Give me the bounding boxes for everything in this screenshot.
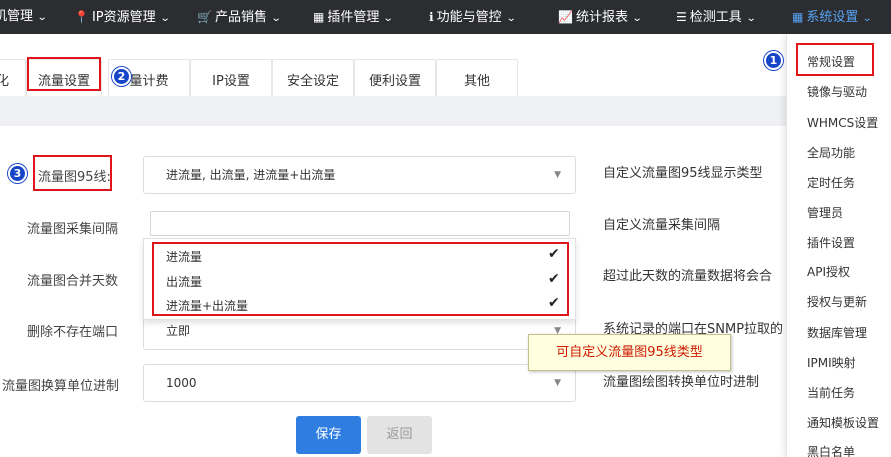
select-value: 立即 [166, 324, 191, 338]
desc-unit-base: 流量图绘图转换单位时进制 [603, 375, 760, 390]
select-unit-base[interactable]: 1000 ▼ [143, 364, 576, 402]
menu-item-database[interactable]: 数据库管理 [807, 324, 867, 341]
nav-statistics[interactable]: 📈 统计报表 ⌄ [558, 0, 643, 34]
dropdown-search-input[interactable] [150, 211, 570, 236]
menu-item-api-auth[interactable]: API授权 [807, 263, 850, 280]
annotation-box-options [152, 242, 569, 316]
nav-label: 系统设置 [806, 10, 859, 25]
menu-item-notify-templates[interactable]: 通知模板设置 [807, 414, 879, 431]
menu-item-license-update[interactable]: 授权与更新 [807, 293, 867, 310]
tooltip: 可自定义流量图95线类型 [528, 334, 731, 371]
nav-detection-tools[interactable]: ☰ 检测工具 ⌄ [676, 0, 757, 34]
grid-icon: ▦ [313, 10, 325, 24]
save-button[interactable]: 保存 [296, 416, 361, 454]
nav-label: 统计报表 [575, 10, 628, 25]
chevron-down-icon: ⌄ [270, 13, 282, 24]
grid-icon: ▦ [792, 10, 804, 24]
nav-label: 检测工具 [689, 10, 742, 25]
chevron-down-icon: ⌄ [159, 13, 171, 24]
top-navbar: 机管理 ⌄ 📍 IP资源管理 ⌄ 🛒 产品销售 ⌄ ▦ 插件管理 ⌄ ℹ 功能与管控 ⌄ 📈 统计报… [0, 0, 891, 34]
menu-item-scheduled-tasks[interactable]: 定时任务 [807, 174, 855, 191]
select-value: 进流量, 出流量, 进流量+出流量 [166, 168, 336, 182]
step-badge-2: 2 [112, 67, 131, 86]
select-95-line[interactable]: 进流量, 出流量, 进流量+出流量 ▼ [143, 156, 576, 194]
menu-item-current-tasks[interactable]: 当前任务 [807, 384, 855, 401]
nav-host-management[interactable]: 机管理 ⌄ [0, 0, 48, 34]
nav-product-sales[interactable]: 🛒 产品销售 ⌄ [197, 0, 282, 34]
label-collect-interval: 流量图采集间隔 [27, 222, 119, 237]
map-pin-icon: 📍 [74, 10, 89, 24]
chevron-down-icon: ⌄ [745, 13, 757, 24]
step-badge-3: 3 [8, 164, 27, 183]
cart-icon: 🛒 [197, 10, 212, 24]
annotation-box-traffic-tab [27, 57, 101, 91]
nav-ip-resources[interactable]: 📍 IP资源管理 ⌄ [74, 0, 171, 34]
label-merge-days: 流量图合并天数 [27, 274, 119, 289]
nav-label: 机管理 [0, 9, 34, 24]
annotation-box-general [796, 43, 874, 76]
chevron-down-icon: ⌄ [36, 12, 48, 23]
menu-item-plugin-settings[interactable]: 插件设置 [807, 234, 855, 251]
desc-merge-days: 超过此天数的流量数据将会合 [603, 269, 773, 284]
list-icon: ☰ [676, 10, 687, 24]
system-settings-menu: 常规设置 镜像与驱动 WHMCS设置 全局功能 定时任务 管理员 插件设置 AP… [786, 34, 891, 457]
info-icon: ℹ [429, 10, 434, 24]
chevron-down-icon: ⌄ [383, 13, 395, 24]
nav-label: 产品销售 [214, 10, 267, 25]
menu-item-ipmi[interactable]: IPMI映射 [807, 354, 856, 371]
menu-item-images-drivers[interactable]: 镜像与驱动 [807, 83, 867, 100]
annotation-box-95-label [33, 155, 112, 191]
desc-collect-interval: 自定义流量采集间隔 [603, 218, 721, 233]
line-chart-icon: 📈 [558, 10, 573, 24]
chevron-down-icon: ⌄ [631, 13, 643, 24]
caret-down-icon: ▼ [554, 170, 561, 180]
back-button[interactable]: 返回 [367, 416, 432, 454]
nav-features-control[interactable]: ℹ 功能与管控 ⌄ [429, 0, 517, 34]
menu-item-whmcs[interactable]: WHMCS设置 [807, 114, 878, 131]
tab-divider [0, 96, 786, 126]
menu-item-global-features[interactable]: 全局功能 [807, 144, 855, 161]
desc-95-line: 自定义流量图95线显示类型 [603, 166, 763, 181]
select-value: 1000 [166, 376, 197, 390]
nav-label: 功能与管控 [436, 10, 502, 25]
label-delete-ports: 删除不存在端口 [27, 325, 119, 340]
nav-system-settings[interactable]: ▦ 系统设置 ⌄ [792, 0, 874, 34]
menu-item-blacklist[interactable]: 黑白名单 [807, 443, 855, 457]
nav-label: IP资源管理 [91, 10, 156, 25]
chevron-down-icon: ⌄ [505, 13, 517, 24]
menu-item-admins[interactable]: 管理员 [807, 204, 843, 221]
chevron-down-icon: ⌄ [862, 13, 874, 24]
nav-label: 插件管理 [327, 10, 380, 25]
step-badge-1: 1 [764, 51, 783, 70]
label-unit-base: 流量图换算单位进制 [2, 379, 120, 394]
nav-plugin-management[interactable]: ▦ 插件管理 ⌄ [313, 0, 395, 34]
